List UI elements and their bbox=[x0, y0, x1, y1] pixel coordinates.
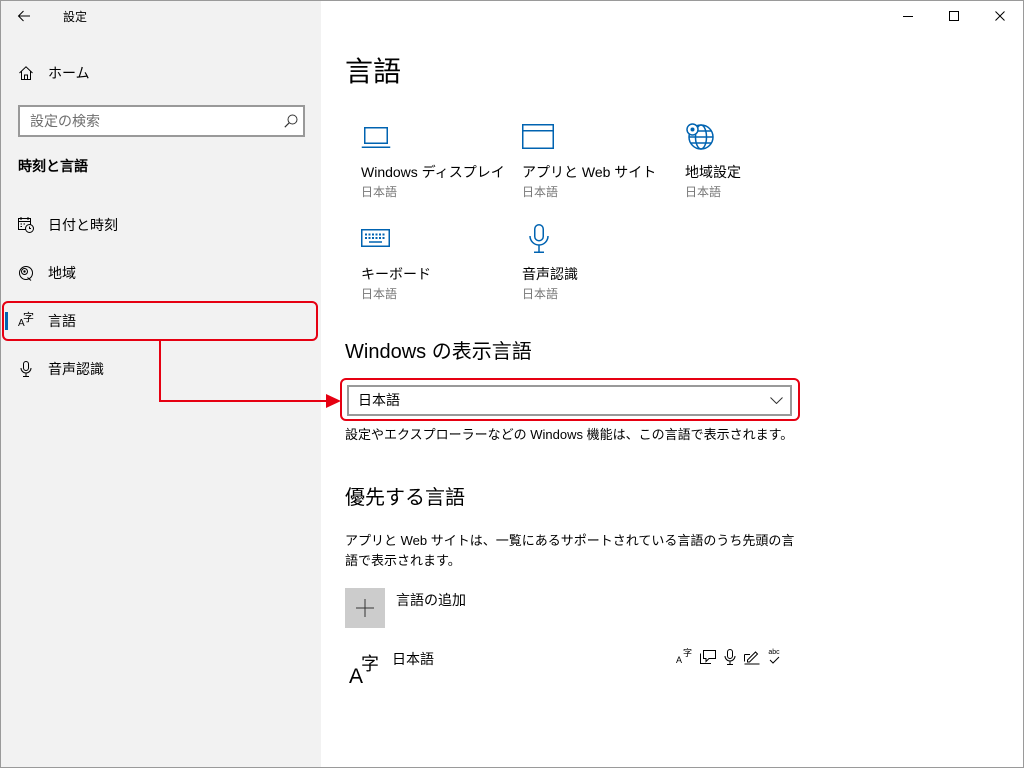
add-language-button[interactable] bbox=[345, 588, 385, 628]
sidebar: 設定 ホーム 時刻と言語 日付と時刻 bbox=[0, 0, 321, 768]
tile-sublabel: 日本語 bbox=[522, 287, 559, 301]
language-name: 日本語 bbox=[392, 651, 434, 667]
selection-indicator bbox=[5, 312, 8, 330]
back-button[interactable] bbox=[10, 2, 38, 30]
tile-sublabel: 日本語 bbox=[685, 185, 722, 199]
minimize-icon bbox=[903, 16, 913, 17]
tile-apps-websites[interactable]: アプリと Web サイト 日本語 bbox=[522, 124, 672, 204]
main-content: 言語 Windows ディスプレイ 日本語 アプリと Web サイト 日本語 地… bbox=[321, 0, 1024, 768]
language-icon-latin: A bbox=[349, 665, 364, 688]
tile-label: 音声認識 bbox=[522, 266, 578, 282]
tile-sublabel: 日本語 bbox=[522, 185, 559, 199]
language-item-japanese[interactable]: 字 A 日本語 字 A abc bbox=[345, 646, 790, 692]
chevron-down-icon bbox=[770, 397, 783, 404]
sidebar-item-home[interactable]: ホーム bbox=[0, 49, 320, 97]
globe-icon bbox=[686, 123, 714, 150]
preferred-languages-heading: 優先する言語 bbox=[345, 487, 465, 509]
minimize-button[interactable] bbox=[885, 0, 931, 32]
maximize-button[interactable] bbox=[931, 0, 977, 32]
sidebar-item-label: 言語 bbox=[48, 313, 76, 329]
tile-keyboard[interactable]: キーボード 日本語 bbox=[361, 226, 511, 306]
sidebar-item-label: 音声認識 bbox=[48, 361, 104, 377]
language-pack-icon-latin: A bbox=[676, 655, 683, 665]
check-mark-icon bbox=[769, 656, 780, 664]
display-language-description: 設定やエクスプローラーなどの Windows 機能は、この言語で表示されます。 bbox=[345, 427, 794, 442]
sidebar-item-speech[interactable]: 音声認識 bbox=[0, 345, 320, 393]
sidebar-item-region[interactable]: 地域 bbox=[0, 249, 320, 297]
search-box bbox=[18, 105, 305, 137]
search-input[interactable] bbox=[20, 107, 275, 135]
tile-label: 地域設定 bbox=[685, 164, 741, 180]
dropdown-selected-value: 日本語 bbox=[358, 392, 400, 408]
maximize-icon bbox=[949, 11, 959, 21]
add-language-label[interactable]: 言語の追加 bbox=[396, 590, 466, 610]
settings-window: 設定 ホーム 時刻と言語 日付と時刻 bbox=[0, 0, 1024, 768]
sidebar-item-label: ホーム bbox=[48, 65, 90, 81]
sidebar-item-date-time[interactable]: 日付と時刻 bbox=[0, 201, 320, 249]
keyboard-icon bbox=[361, 229, 390, 247]
language-icon: 字 A bbox=[349, 655, 379, 687]
search-icon[interactable] bbox=[284, 114, 298, 128]
home-icon bbox=[19, 66, 33, 80]
back-arrow-icon bbox=[17, 10, 30, 22]
handwriting-icon bbox=[744, 651, 760, 665]
plus-icon bbox=[356, 599, 374, 617]
display-language-heading: Windows の表示言語 bbox=[345, 341, 532, 363]
microphone-icon bbox=[20, 361, 32, 377]
sidebar-item-language[interactable]: 字 A 言語 bbox=[0, 297, 320, 345]
sidebar-item-label: 日付と時刻 bbox=[48, 217, 118, 233]
laptop-icon bbox=[361, 127, 391, 148]
tile-windows-display[interactable]: Windows ディスプレイ 日本語 bbox=[361, 124, 511, 204]
language-icon: 字 A bbox=[18, 313, 34, 329]
tile-label: キーボード bbox=[361, 266, 431, 282]
section-title: 時刻と言語 bbox=[18, 158, 88, 174]
spell-check-icon: abc bbox=[766, 649, 782, 665]
tile-label: Windows ディスプレイ bbox=[361, 164, 505, 180]
close-button[interactable] bbox=[977, 0, 1023, 32]
microphone-icon bbox=[529, 224, 549, 253]
language-pack-icon-kanji: 字 bbox=[682, 648, 692, 658]
region-icon bbox=[19, 266, 33, 281]
calendar-clock-icon bbox=[18, 217, 34, 233]
tile-sublabel: 日本語 bbox=[361, 287, 398, 301]
text-to-speech-icon bbox=[700, 650, 716, 664]
speech-recognition-icon bbox=[724, 649, 736, 665]
display-language-dropdown[interactable]: 日本語 bbox=[347, 385, 792, 416]
language-pack-icon: 字 A bbox=[676, 649, 692, 665]
preferred-languages-description: アプリと Web サイトは、一覧にあるサポートされている言語のうち先頭の言語で表… bbox=[345, 533, 795, 568]
browser-window-icon bbox=[522, 124, 554, 149]
language-icon-latin: A bbox=[18, 318, 25, 329]
window-title: 設定 bbox=[63, 10, 88, 24]
tile-regional-format[interactable]: 地域設定 日本語 bbox=[685, 123, 835, 204]
tile-label: アプリと Web サイト bbox=[522, 164, 657, 180]
tile-speech[interactable]: 音声認識 日本語 bbox=[522, 224, 672, 306]
close-icon bbox=[995, 11, 1005, 21]
tile-sublabel: 日本語 bbox=[361, 185, 398, 199]
language-icon-kanji: 字 bbox=[361, 654, 379, 674]
sidebar-item-label: 地域 bbox=[48, 265, 76, 281]
page-title: 言語 bbox=[345, 56, 402, 87]
